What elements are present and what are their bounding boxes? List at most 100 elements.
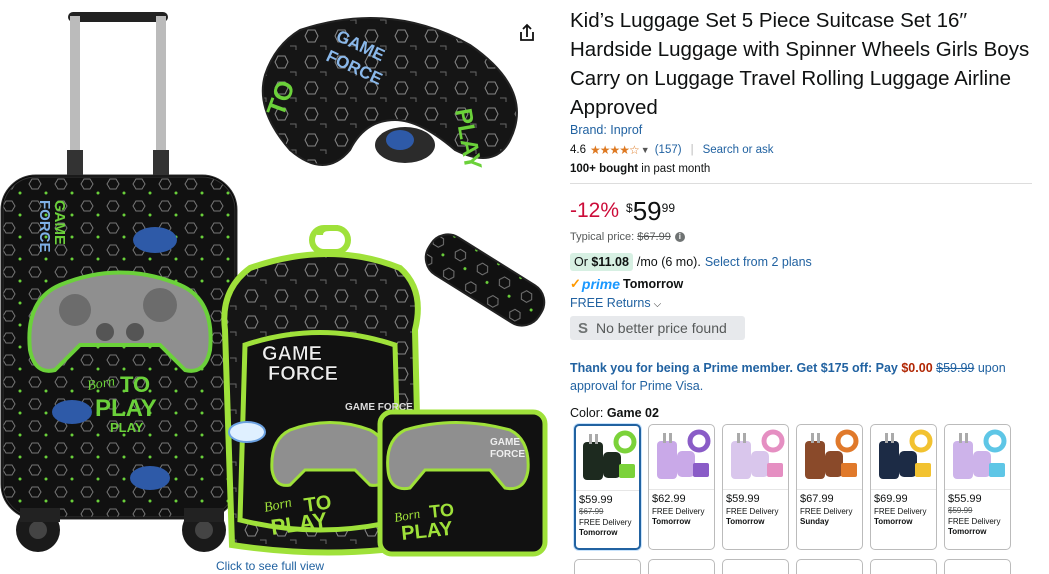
swatch-thumbnail <box>945 425 1010 490</box>
lunchbox-art-text: GAME <box>490 437 520 448</box>
rating-stars-icon[interactable]: ★★★★☆ <box>590 143 640 157</box>
product-image-gallery[interactable]: GAME FORCE Born TO PLAY PLAY GAME FORCE … <box>0 0 560 574</box>
bought-count: 100+ bought <box>570 163 639 175</box>
swatch-was-price: $59.99 <box>948 506 973 515</box>
price-tracker-icon: S <box>578 319 589 337</box>
no-better-price-badge[interactable]: S No better price found <box>570 316 745 340</box>
swatch-image <box>582 430 636 480</box>
color-swatch[interactable]: $69.99 FREE Delivery Tomorrow <box>870 424 937 550</box>
see-full-view-link[interactable]: Click to see full view <box>216 559 324 573</box>
swatch-image <box>878 429 932 479</box>
color-swatch[interactable] <box>648 559 715 574</box>
swatch-delivery: FREE Delivery Tomorrow <box>723 505 788 527</box>
prime-delivery: ✓ prime Tomorrow <box>570 276 683 292</box>
no-better-price-label: No better price found <box>596 320 727 336</box>
swatch-delivery-label: FREE Delivery <box>652 507 705 516</box>
typical-price-label: Typical price: <box>570 231 635 243</box>
product-title: Kid’s Luggage Set 5 Piece Suitcase Set 1… <box>570 9 1030 119</box>
swatch-delivery: FREE Delivery Tomorrow <box>945 515 1010 537</box>
prime-logo: prime <box>581 276 621 292</box>
price-currency: $ <box>626 201 633 215</box>
swatch-price: $55.99 <box>948 493 982 505</box>
swatch-thumbnail <box>723 425 788 490</box>
monthly-or: Or <box>574 255 592 269</box>
color-selected: Game 02 <box>606 406 659 420</box>
swatch-price: $69.99 <box>874 493 908 505</box>
typical-price: Typical price: $67.99 i <box>570 231 685 243</box>
swatch-delivery-day: Tomorrow <box>579 528 618 537</box>
monthly-term: /mo (6 mo). <box>636 255 701 269</box>
suitcase-art-text: PLAY <box>95 395 157 422</box>
prime-visa-offer[interactable]: Thank you for being a Prime member. Get … <box>570 359 1030 395</box>
color-swatches-row-2 <box>574 559 1011 574</box>
rating-value: 4.6 <box>570 144 586 156</box>
swatch-thumbnail <box>797 425 862 490</box>
swatch-thumbnail <box>576 426 639 491</box>
monthly-amount: $11.08 <box>591 255 629 269</box>
separator: | <box>690 144 694 156</box>
share-button[interactable] <box>514 20 540 46</box>
color-label-prefix: Color: <box>570 406 607 420</box>
swatch-delivery: FREE Delivery Sunday <box>797 505 862 527</box>
discount-percent: -12% <box>570 199 620 222</box>
color-swatch[interactable]: $59.99 $67.99 FREE Delivery Tomorrow <box>574 424 641 550</box>
color-swatch[interactable] <box>870 559 937 574</box>
swatch-image <box>804 429 858 479</box>
backpack-art-text: FORCE <box>268 363 338 385</box>
select-plans-link[interactable]: Select from 2 plans <box>705 255 812 269</box>
swatch-delivery-label: FREE Delivery <box>948 517 1001 526</box>
swatch-thumbnail <box>871 425 936 490</box>
info-icon[interactable]: i <box>674 232 685 242</box>
swatch-delivery-label: FREE Delivery <box>874 507 927 516</box>
swatch-delivery-label: FREE Delivery <box>726 507 779 516</box>
swatch-delivery-day: Tomorrow <box>874 517 913 526</box>
prime-offer-was: $59.99 <box>936 361 975 375</box>
color-swatch[interactable]: $67.99 FREE Delivery Sunday <box>796 424 863 550</box>
brand-link[interactable]: Brand: Inprof <box>570 123 642 137</box>
color-swatch[interactable]: $59.99 FREE Delivery Tomorrow <box>722 424 789 550</box>
monthly-payment: Or $11.08 /mo (6 mo). Select from 2 plan… <box>570 253 812 271</box>
lunchbox-art-text: FORCE <box>490 449 525 460</box>
swatch-delivery: FREE Delivery Tomorrow <box>649 505 714 527</box>
bought-in-past-month: 100+ bought in past month <box>570 163 710 175</box>
color-swatch[interactable] <box>796 559 863 574</box>
swatch-delivery-day: Sunday <box>800 517 829 526</box>
swatch-image <box>730 429 784 479</box>
search-or-ask-link[interactable]: Search or ask <box>703 144 774 156</box>
swatch-price: $59.99 <box>726 493 760 505</box>
suitcase-art-text: PLAY <box>110 420 144 435</box>
swatch-delivery: FREE Delivery Tomorrow <box>871 505 936 527</box>
color-swatch[interactable]: $62.99 FREE Delivery Tomorrow <box>648 424 715 550</box>
swatch-price: $59.99 <box>579 494 613 506</box>
swatch-image <box>656 429 710 479</box>
swatch-delivery-label: FREE Delivery <box>579 518 632 527</box>
color-swatch[interactable]: $55.99 $59.99 FREE Delivery Tomorrow <box>944 424 1011 550</box>
color-swatch[interactable] <box>944 559 1011 574</box>
color-swatches: $59.99 $67.99 FREE Delivery Tomorrow $62.99 F… <box>574 424 1011 550</box>
suitcase-art-text: TO <box>120 372 150 397</box>
typical-price-value: $67.99 <box>637 231 671 243</box>
rating-count-link[interactable]: (157) <box>655 144 682 156</box>
product-main-image[interactable]: GAME FORCE Born TO PLAY PLAY GAME FORCE … <box>0 0 560 574</box>
rating-row: 4.6 ★★★★☆ ▼ (157) | Search or ask <box>570 143 774 157</box>
free-returns-link[interactable]: FREE Returns ⌵ <box>570 296 661 310</box>
swatch-delivery-day: Tomorrow <box>948 527 987 536</box>
swatch-price: $62.99 <box>652 493 686 505</box>
color-swatch[interactable] <box>574 559 641 574</box>
swatch-delivery-day: Tomorrow <box>652 517 691 526</box>
prime-delivery-day: Tomorrow <box>623 277 684 291</box>
swatch-delivery-label: FREE Delivery <box>800 507 853 516</box>
bought-suffix: in past month <box>638 163 711 175</box>
swatch-image <box>952 429 1006 479</box>
swatch-was-price: $67.99 <box>579 507 604 516</box>
color-swatch[interactable] <box>722 559 789 574</box>
prime-check-icon: ✓ <box>570 276 581 291</box>
chevron-down-icon[interactable]: ▼ <box>641 145 650 155</box>
free-returns-label: FREE Returns <box>570 296 651 310</box>
swatch-delivery-day: Tomorrow <box>726 517 765 526</box>
color-label: Color: Game 02 <box>570 406 659 420</box>
backpack-art-text: GAME <box>262 343 322 365</box>
price-row: -12% $ 59 99 <box>570 197 675 225</box>
prime-offer-pay: $0.00 <box>901 361 933 375</box>
prime-offer-text: Thank you for being a Prime member. Get … <box>570 361 902 375</box>
